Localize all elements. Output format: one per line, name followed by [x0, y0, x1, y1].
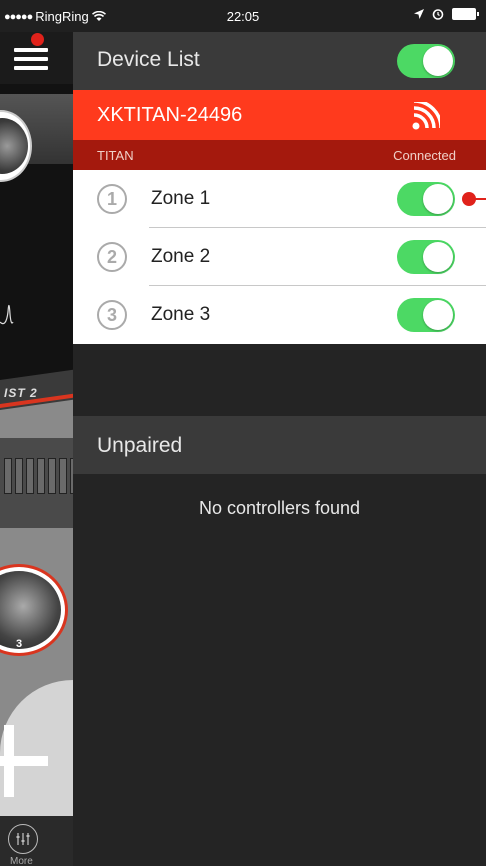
zone-label: Zone 1 [151, 188, 211, 209]
plus-icon-vertical[interactable] [4, 725, 14, 797]
toggle-knob [423, 300, 453, 330]
mixer-icon[interactable] [8, 824, 38, 854]
toggle-knob [423, 242, 453, 272]
device-model: TITAN [97, 148, 134, 163]
device-info-bar: TITAN Connected [73, 140, 486, 170]
device-header[interactable]: XKTITAN-24496 [73, 90, 486, 140]
zone-row-1[interactable]: 1 Zone 1 [73, 170, 486, 228]
page-title: Device List [97, 48, 200, 71]
zone-number-icon: 2 [97, 242, 127, 272]
unpaired-header: Unpaired [73, 416, 486, 474]
zone-row-3[interactable]: 3 Zone 3 [73, 286, 486, 344]
empty-state-message: No controllers found [198, 498, 361, 518]
status-bar: ●●●●● RingRing 22:05 [0, 0, 486, 32]
zone-row-2[interactable]: 2 Zone 2 [73, 228, 486, 286]
wifi-signal-icon [412, 102, 440, 130]
more-label[interactable]: More [10, 856, 33, 866]
preset-panel: IST 2 3 [0, 369, 73, 866]
left-side-panel: IST 2 3 More [0, 32, 73, 866]
preset-label: IST 2 [4, 386, 38, 400]
zone-label: Zone 2 [151, 246, 211, 267]
battery-icon [452, 8, 479, 20]
hamburger-icon[interactable] [14, 48, 48, 70]
zone-number-icon: 3 [97, 300, 127, 330]
light-bar-graphic [0, 438, 73, 528]
location-arrow-icon [414, 9, 424, 19]
preset-number: 3 [16, 638, 23, 650]
zone-2-toggle[interactable] [397, 240, 455, 274]
menu-button[interactable] [0, 32, 73, 84]
section-title: Unpaired [97, 434, 183, 457]
callout-line [474, 198, 486, 200]
zone-number-icon: 1 [97, 184, 127, 214]
connection-status: Connected [393, 148, 456, 163]
toggle-knob [423, 184, 453, 214]
device-list-toggle[interactable] [397, 44, 455, 78]
preset-thumbnail-3[interactable] [0, 564, 68, 656]
zone-list: 1 Zone 1 2 Zone 2 3 Zone 3 [73, 170, 486, 344]
status-right [414, 8, 479, 20]
device-list-screen: Device List XKTITAN-24496 TITAN Connecte… [73, 32, 486, 866]
alarm-clock-icon [432, 9, 444, 20]
header-bar: Device List [73, 32, 486, 90]
toggle-knob [423, 46, 453, 76]
device-name: XKTITAN-24496 [97, 104, 243, 126]
zone-1-toggle[interactable] [397, 182, 455, 216]
zone-3-toggle[interactable] [397, 298, 455, 332]
decorative-scribble [0, 304, 14, 325]
zone-label: Zone 3 [151, 304, 211, 325]
callout-dot [31, 33, 44, 46]
